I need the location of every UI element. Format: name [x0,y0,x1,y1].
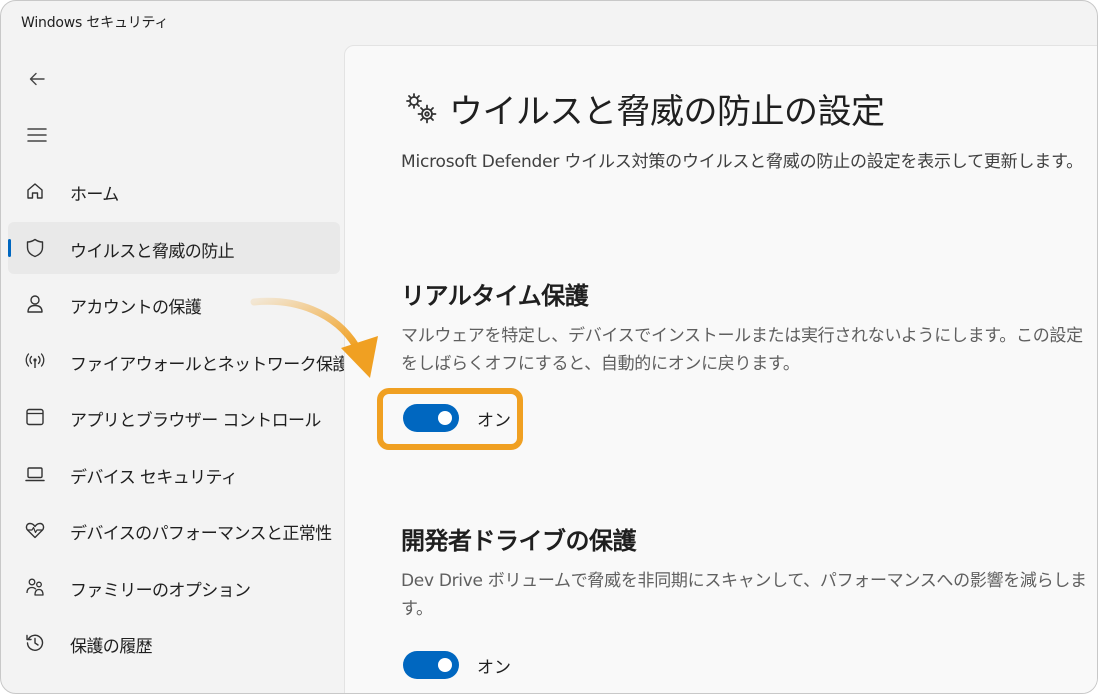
person-icon [24,293,46,315]
section-description-realtime-protection: マルウェアを特定し、デバイスでインストールまたは実行されないようにします。この設… [401,326,1083,374]
dev-drive-protection-toggle[interactable]: オン [403,651,511,679]
sidebar-item-label: アプリとブラウザー コントロール [70,411,321,431]
back-arrow-icon [29,72,45,86]
gears-icon [406,92,437,123]
toggle-state-label: オン [477,410,511,431]
sidebar-item-label: ファミリーのオプション [70,580,251,601]
sidebar-item-home[interactable]: ホーム [8,165,340,217]
sidebar-item-device-performance[interactable]: デバイスのパフォーマンスと正常性 [8,504,340,556]
sidebar-item-label: デバイスのパフォーマンスと正常性 [70,524,332,544]
sidebar-item-protection-history[interactable]: 保護の履歴 [8,617,340,669]
shield-icon [24,237,46,259]
realtime-protection-toggle[interactable]: オン [403,404,511,432]
heart-pulse-icon [24,519,46,541]
page-header: ウイルスと脅威の防止の設定 [403,84,885,133]
page-description: Microsoft Defender ウイルス対策のウイルスと脅威の防止の設定を… [401,152,1083,172]
app-window: Windows セキュリティ ホーム ウイルスと脅威の防止 アカウントの保護 フ… [0,0,1098,694]
main-content: ウイルスと脅威の防止の設定 Microsoft Defender ウイルス対策の… [344,45,1097,693]
sidebar-item-account-protection[interactable]: アカウントの保護 [8,278,340,330]
toggle-switch[interactable] [403,404,459,432]
sidebar-item-virus-protection[interactable]: ウイルスと脅威の防止 [8,221,340,274]
toggle-knob [438,411,452,425]
sidebar-item-label: ファイアウォールとネットワーク保護 [70,354,349,375]
app-window-icon [24,406,46,428]
wireless-icon [24,350,46,372]
sidebar-item-app-browser-control[interactable]: アプリとブラウザー コントロール [8,391,340,443]
sidebar-item-label: アカウントの保護 [70,298,202,318]
toggle-switch[interactable] [403,651,459,679]
selection-indicator [8,238,11,257]
section-title-realtime-protection: リアルタイム保護 [401,282,589,310]
sidebar-item-label: ホーム [70,185,119,205]
sidebar-item-label: デバイス セキュリティ [70,467,238,488]
laptop-icon [24,463,46,485]
sidebar-nav: ホーム ウイルスと脅威の防止 アカウントの保護 ファイアウォールとネットワーク保… [8,165,349,674]
back-button[interactable] [23,65,51,93]
toggle-state-label: オン [477,657,511,678]
family-icon [24,576,46,598]
page-title: ウイルスと脅威の防止の設定 [449,92,885,132]
section-description-dev-drive-protection: Dev Drive ボリュームで脅威を非同期にスキャンして、パフォーマンスへの影… [401,571,1087,619]
sidebar-item-label: 保護の履歴 [70,637,153,657]
menu-button[interactable] [23,121,51,149]
sidebar-item-device-security[interactable]: デバイス セキュリティ [8,448,340,500]
home-icon [24,180,46,202]
sidebar-item-firewall[interactable]: ファイアウォールとネットワーク保護 [8,335,349,387]
window-title: Windows セキュリティ [21,15,169,31]
history-icon [24,632,46,654]
sidebar-item-label: ウイルスと脅威の防止 [70,241,235,262]
toggle-knob [438,658,452,672]
sidebar-item-family-options[interactable]: ファミリーのオプション [8,561,340,613]
section-title-dev-drive-protection: 開発者ドライブの保護 [401,527,637,555]
hamburger-icon [27,128,47,142]
